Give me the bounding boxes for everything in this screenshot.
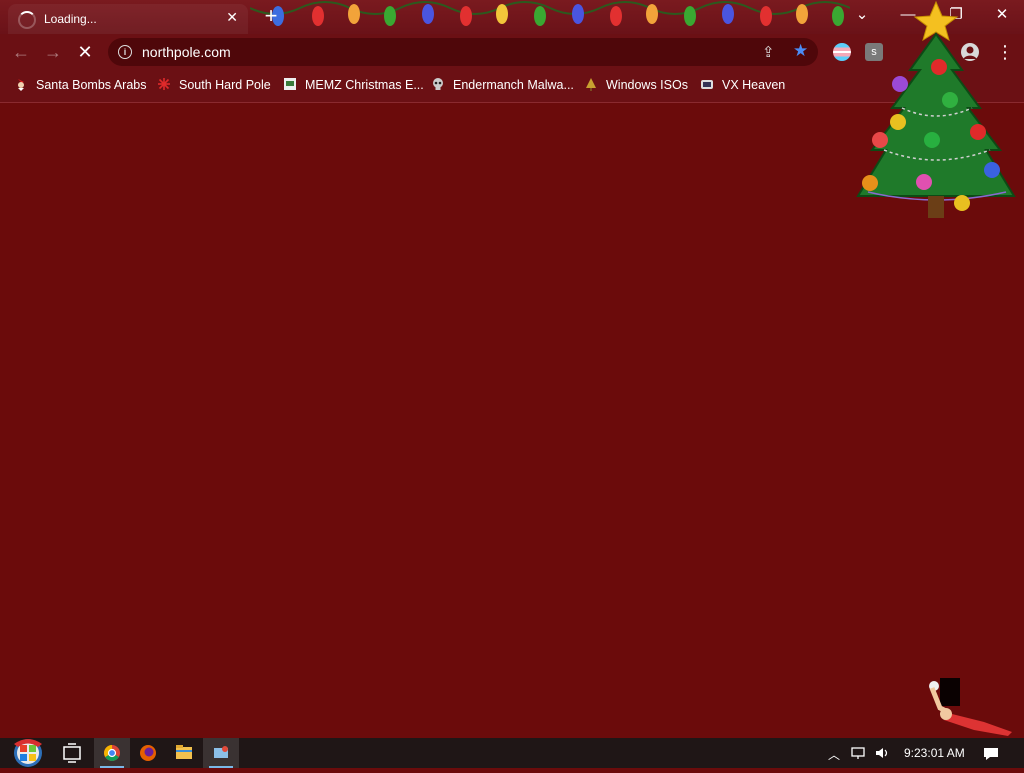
bookmark-santa-bombs-arabs[interactable]: Santa Bombs Arabs <box>14 77 146 95</box>
christmas-tree-decoration <box>856 0 1016 218</box>
skull-icon <box>431 77 445 91</box>
bookmark-star-icon[interactable]: ★ <box>793 41 808 61</box>
bookmark-label: MEMZ Christmas E... <box>305 78 424 92</box>
memz-icon <box>283 77 297 91</box>
task-view-icon <box>63 743 81 763</box>
desktop-character-decoration <box>929 678 1012 736</box>
windows-logo-icon <box>14 739 42 767</box>
bookmark-label: South Hard Pole <box>179 78 271 92</box>
address-bar[interactable]: i northpole.com ⇪ ★ <box>108 38 818 66</box>
back-button[interactable]: ← <box>10 41 32 63</box>
volume-icon[interactable] <box>874 746 892 763</box>
action-center-icon[interactable] <box>982 746 1000 765</box>
windows-taskbar: ︿ 9:23:01 AM <box>0 738 1024 768</box>
bookmark-label: Santa Bombs Arabs <box>36 78 147 92</box>
folder-icon <box>176 745 192 759</box>
url-text[interactable]: northpole.com <box>142 44 231 60</box>
bookmark-label: Windows ISOs <box>606 78 688 92</box>
start-button[interactable] <box>8 738 48 768</box>
misc-app-taskbar-button[interactable] <box>203 738 239 768</box>
bookmark-memz-christmas[interactable]: MEMZ Christmas E... <box>283 77 424 95</box>
tab-close-icon[interactable]: ✕ <box>226 9 238 26</box>
loading-spinner-icon <box>18 11 36 29</box>
share-icon[interactable]: ⇪ <box>762 43 775 61</box>
taskbar-clock[interactable]: 9:23:01 AM <box>904 746 965 760</box>
snowflake-icon <box>157 77 171 91</box>
file-explorer-taskbar-button[interactable] <box>166 738 202 768</box>
forward-button[interactable]: → <box>42 41 64 63</box>
firefox-taskbar-button[interactable] <box>130 738 166 768</box>
bookmark-vx-heaven[interactable]: VX Heaven <box>700 77 785 95</box>
task-view-button[interactable] <box>54 738 90 768</box>
tab-title: Loading... <box>44 12 97 26</box>
new-tab-button[interactable]: + <box>260 5 282 28</box>
tree-icon <box>584 77 598 91</box>
bookmark-label: VX Heaven <box>722 78 786 92</box>
vx-icon <box>700 77 714 91</box>
bookmark-label: Endermanch Malwa... <box>453 78 574 92</box>
bookmark-endermanch-malware[interactable]: Endermanch Malwa... <box>431 77 574 95</box>
show-hidden-icons-button[interactable]: ︿ <box>828 746 840 763</box>
firefox-icon <box>140 745 156 761</box>
chrome-taskbar-button[interactable] <box>94 738 130 768</box>
stop-loading-button[interactable]: ✕ <box>74 41 96 63</box>
site-info-icon[interactable]: i <box>118 45 132 59</box>
chrome-icon <box>104 745 120 761</box>
app-icon <box>214 746 228 758</box>
christmas-lights-decoration <box>250 1 850 26</box>
tab-loading[interactable]: Loading... ✕ <box>8 4 248 34</box>
bookmark-south-hard-pole[interactable]: South Hard Pole <box>157 77 271 95</box>
bookmark-windows-isos[interactable]: Windows ISOs <box>584 77 688 95</box>
santa-icon <box>14 77 28 91</box>
network-icon[interactable] <box>850 746 866 763</box>
